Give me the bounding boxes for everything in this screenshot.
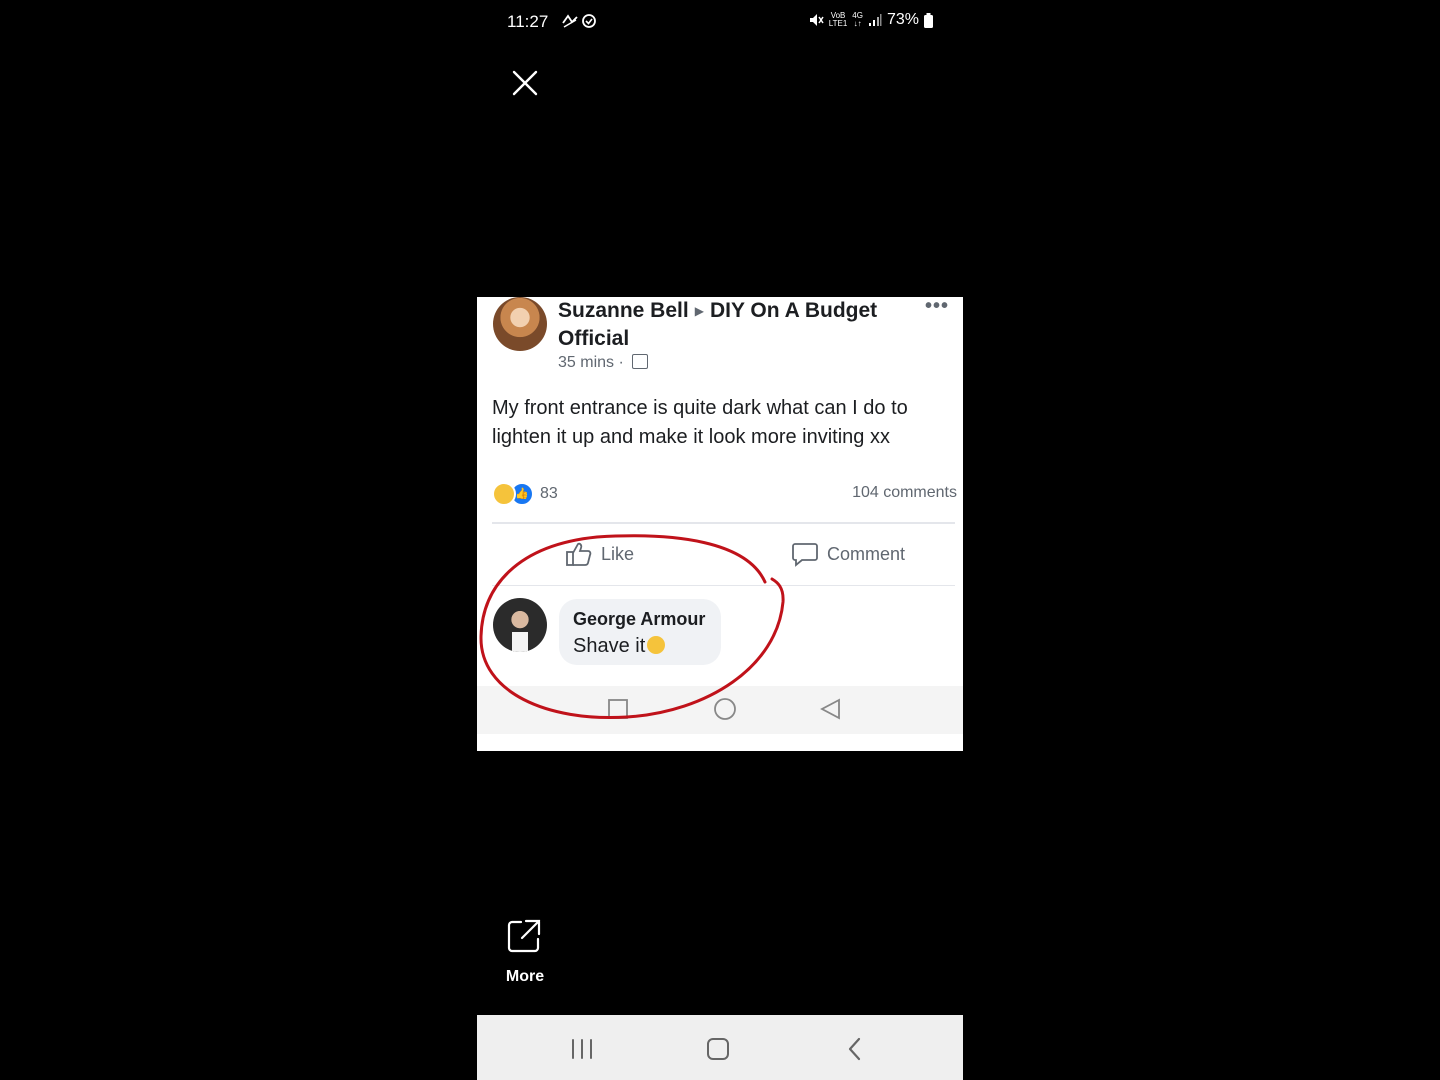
close-icon — [512, 70, 538, 96]
post-time: 35 mins — [558, 354, 615, 371]
back-button[interactable] — [814, 1015, 894, 1080]
post-author: Suzanne Bell — [558, 299, 689, 322]
status-notification-icons — [561, 11, 601, 36]
comment-label: Comment — [827, 543, 906, 564]
more-options-icon: ••• — [924, 297, 949, 317]
more-button[interactable]: More — [494, 914, 556, 992]
comment-bubble: George Armour Shave it — [559, 599, 721, 665]
shared-image[interactable]: Suzanne Bell ▶ DIY On A Budget Official ••… — [477, 297, 963, 751]
messenger-icon — [562, 14, 596, 28]
status-right-icons: VoB LTE1 4G ↓↑ 73% — [808, 11, 933, 29]
comment-bubble-icon — [792, 543, 818, 567]
volte-bottom: LTE1 — [828, 19, 848, 28]
divider — [492, 585, 955, 586]
battery-percent: 73% — [886, 11, 919, 28]
thumbs-up-icon — [566, 542, 592, 566]
post-header: Suzanne Bell ▶ DIY On A Budget Official — [558, 297, 918, 352]
commenter-avatar — [493, 598, 547, 652]
close-button[interactable] — [508, 66, 542, 100]
back-chevron-icon — [848, 1037, 861, 1061]
post-text: My front entrance is quite dark what can… — [492, 397, 908, 448]
post-meta: 35 mins · — [558, 354, 649, 372]
like-action: Like — [565, 540, 634, 568]
arrow-right-icon: ▶ — [694, 303, 704, 318]
comment-action: Comment — [791, 540, 905, 568]
mute-icon — [809, 14, 824, 26]
privacy-icon — [632, 354, 649, 369]
haha-reaction-icon — [492, 482, 516, 506]
status-time: 11:27 — [507, 12, 549, 31]
comment-count: 104 comments — [852, 484, 957, 501]
more-label: More — [505, 968, 545, 985]
annotation-circle — [479, 534, 785, 720]
inner-nav-bar — [477, 686, 963, 734]
home-icon — [707, 1038, 729, 1060]
reactions-summary: 👍 83 — [492, 482, 558, 506]
battery-icon — [924, 12, 933, 28]
back-triangle-icon — [820, 698, 840, 720]
comment-text: Shave it — [573, 635, 646, 657]
recent-apps-button[interactable] — [542, 1015, 622, 1080]
image-viewer: 11:27 VoB LTE1 4G ↓↑ 73% Suzanne Bell ▶ … — [0, 0, 1440, 1080]
share-external-icon — [507, 919, 541, 953]
home-circle-icon — [714, 698, 736, 720]
volte-indicator: VoB LTE1 — [829, 12, 848, 28]
recent-apps-icon — [572, 1039, 592, 1059]
laughing-emoji-icon — [647, 636, 666, 654]
reaction-count: 83 — [540, 485, 558, 502]
network-type: 4G ↓↑ — [852, 11, 863, 28]
inner-nav-icons — [608, 698, 840, 720]
comment-author: George Armour — [573, 609, 706, 629]
comment-text-line: Shave it — [573, 635, 666, 658]
commenter-shirt — [512, 632, 528, 652]
author-avatar — [493, 297, 547, 351]
like-label: Like — [601, 543, 635, 564]
network-type-label: 4G — [852, 11, 863, 20]
recents-square-icon — [608, 699, 628, 719]
home-button[interactable] — [678, 1015, 758, 1080]
system-nav-bar — [477, 1015, 963, 1080]
divider — [492, 522, 955, 524]
status-bar: 11:27 VoB LTE1 4G ↓↑ 73% — [477, 8, 963, 36]
signal-icon — [868, 14, 882, 26]
